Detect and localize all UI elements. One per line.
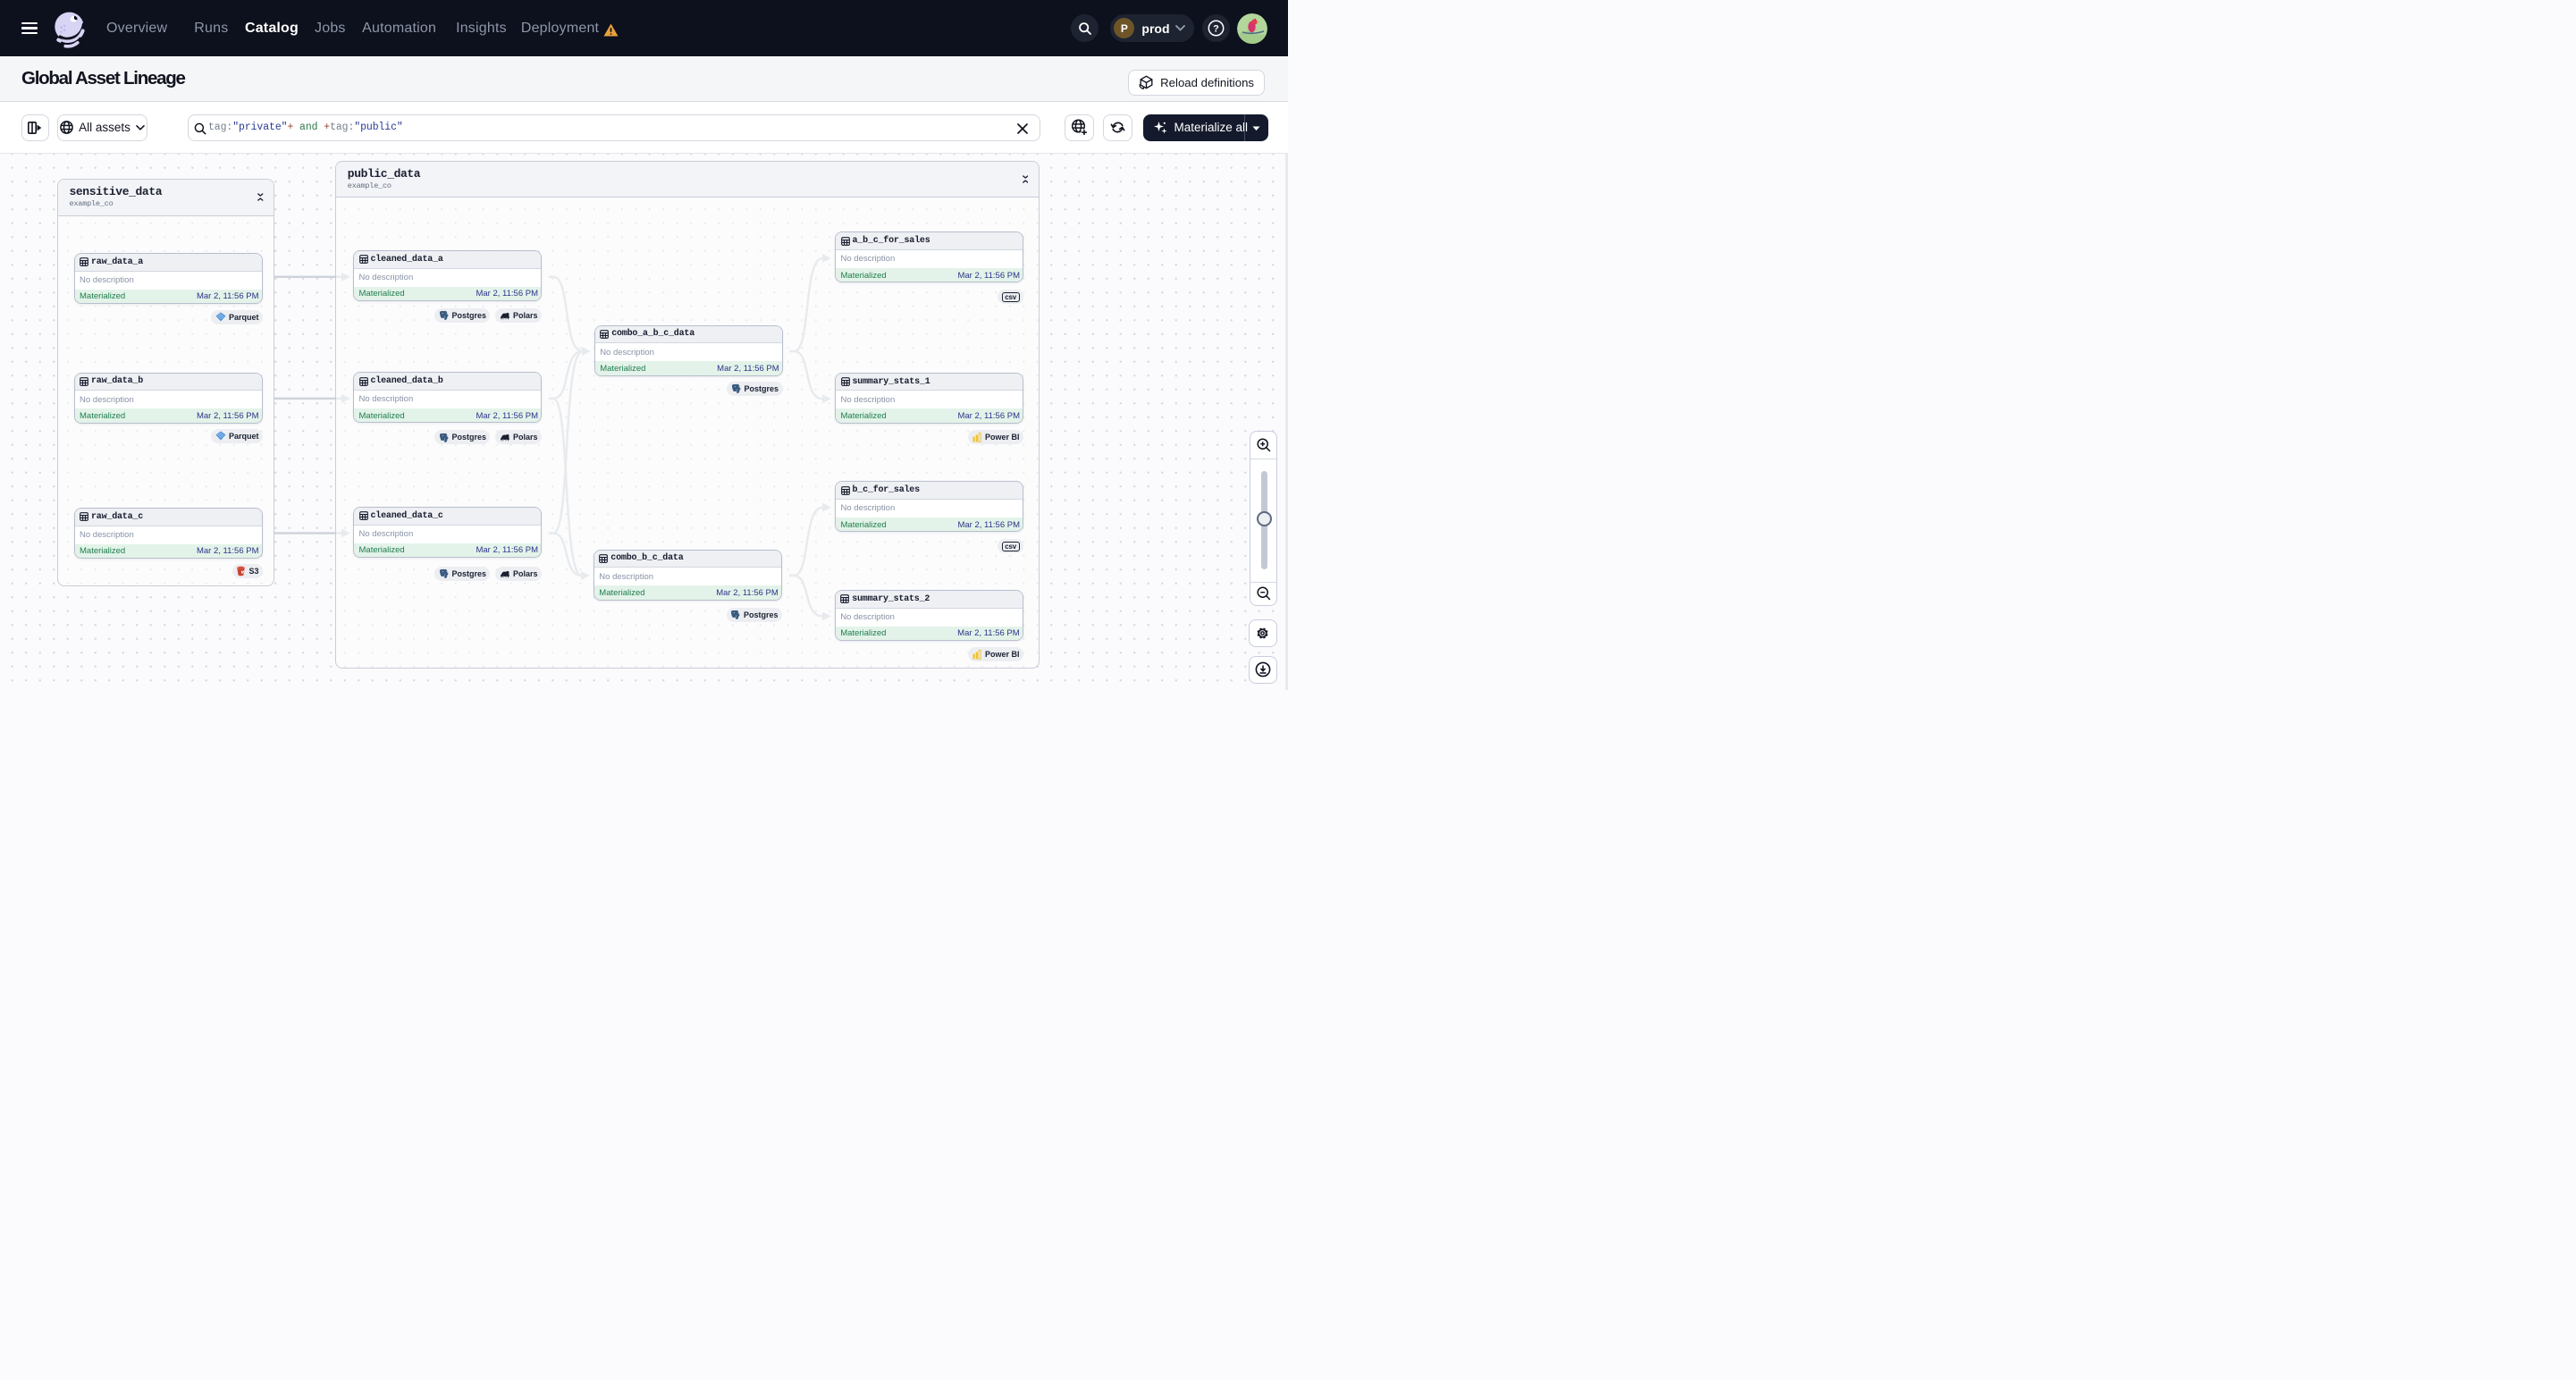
svg-text:?: ?	[1213, 24, 1219, 35]
